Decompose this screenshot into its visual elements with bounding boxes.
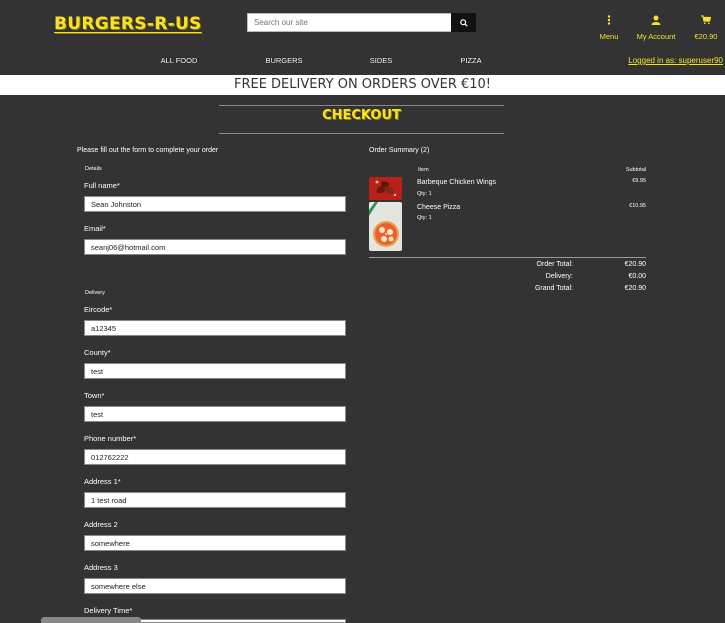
item-qty: Qty: 1 (417, 191, 432, 197)
phone-label: Phone number* (84, 434, 137, 443)
address2-field[interactable] (84, 535, 346, 551)
search-form (247, 13, 476, 32)
delivery-section-label: Delivery (85, 290, 105, 296)
subtotal-column-header: Subtotal (625, 167, 646, 173)
address3-field[interactable] (84, 578, 346, 594)
page-title: CHECKOUT (322, 108, 401, 123)
chicken-wings-image (369, 177, 402, 200)
eircode-field[interactable] (84, 320, 346, 336)
bottom-tab[interactable] (41, 617, 141, 623)
menu-label: Menu (599, 32, 619, 41)
site-logo[interactable]: BURGERS-R-US (54, 14, 202, 34)
delivery-time-label: Delivery Time* (84, 606, 133, 615)
address3-label: Address 3 (84, 563, 118, 572)
summary-divider (369, 257, 646, 258)
nav-all-food[interactable]: ALL FOOD (155, 56, 203, 65)
nav-burgers[interactable]: BURGERS (260, 56, 308, 65)
address1-field[interactable] (84, 492, 346, 508)
free-delivery-banner: FREE DELIVERY ON ORDERS OVER €10! (0, 75, 725, 95)
county-field[interactable] (84, 363, 346, 379)
address2-label: Address 2 (84, 520, 118, 529)
grand-total-label: Grand Total: (534, 285, 573, 292)
full-name-field[interactable] (84, 196, 346, 212)
nav-pizza[interactable]: PIZZA (447, 56, 495, 65)
email-label: Email* (84, 224, 106, 233)
search-button[interactable] (451, 13, 476, 32)
address1-label: Address 1* (84, 477, 121, 486)
cart-total: €20.90 (694, 32, 718, 41)
town-field[interactable] (84, 406, 346, 422)
full-name-label: Full name* (84, 181, 120, 190)
form-intro: Please fill out the form to complete you… (77, 147, 219, 154)
logged-in-link[interactable]: Logged in as: superuser90 (628, 56, 723, 65)
item-column-header: Item (418, 167, 429, 173)
order-total-label: Order Total: (536, 261, 573, 268)
menu-button[interactable]: Menu (597, 15, 621, 41)
search-icon (459, 18, 468, 27)
search-input[interactable] (247, 13, 451, 32)
item-qty: Qty: 1 (417, 215, 432, 221)
email-field[interactable] (84, 239, 346, 255)
town-label: Town* (84, 391, 105, 400)
county-label: County* (84, 348, 111, 357)
item-price: €10.95 (629, 203, 646, 209)
menu-dots-icon (597, 15, 621, 26)
item-price: €9.95 (632, 178, 646, 184)
phone-field[interactable] (84, 449, 346, 465)
title-divider-bottom (219, 133, 504, 134)
my-account-label: My Account (636, 32, 676, 41)
grand-total-value: €20.90 (624, 285, 646, 292)
details-section-label: Details (85, 166, 102, 172)
delivery-cost-value: €0.00 (628, 273, 646, 280)
eircode-label: Eircode* (84, 305, 113, 314)
item-name[interactable]: Barbeque Chicken Wings (417, 179, 496, 186)
cart-button[interactable]: €20.90 (691, 15, 721, 41)
delivery-cost-label: Delivery: (545, 273, 573, 280)
user-icon (633, 15, 679, 26)
my-account-button[interactable]: My Account (633, 15, 679, 41)
item-name[interactable]: Cheese Pizza (417, 204, 460, 211)
nav-sides[interactable]: SIDES (357, 56, 405, 65)
order-summary-title: Order Summary (2) (369, 147, 430, 154)
cheese-pizza-image (369, 202, 402, 251)
cart-icon (691, 15, 721, 26)
order-total-value: €20.90 (624, 261, 646, 268)
site-header: BURGERS-R-US Menu My Account €20.90 ALL … (0, 0, 725, 75)
title-divider-top (219, 105, 504, 106)
